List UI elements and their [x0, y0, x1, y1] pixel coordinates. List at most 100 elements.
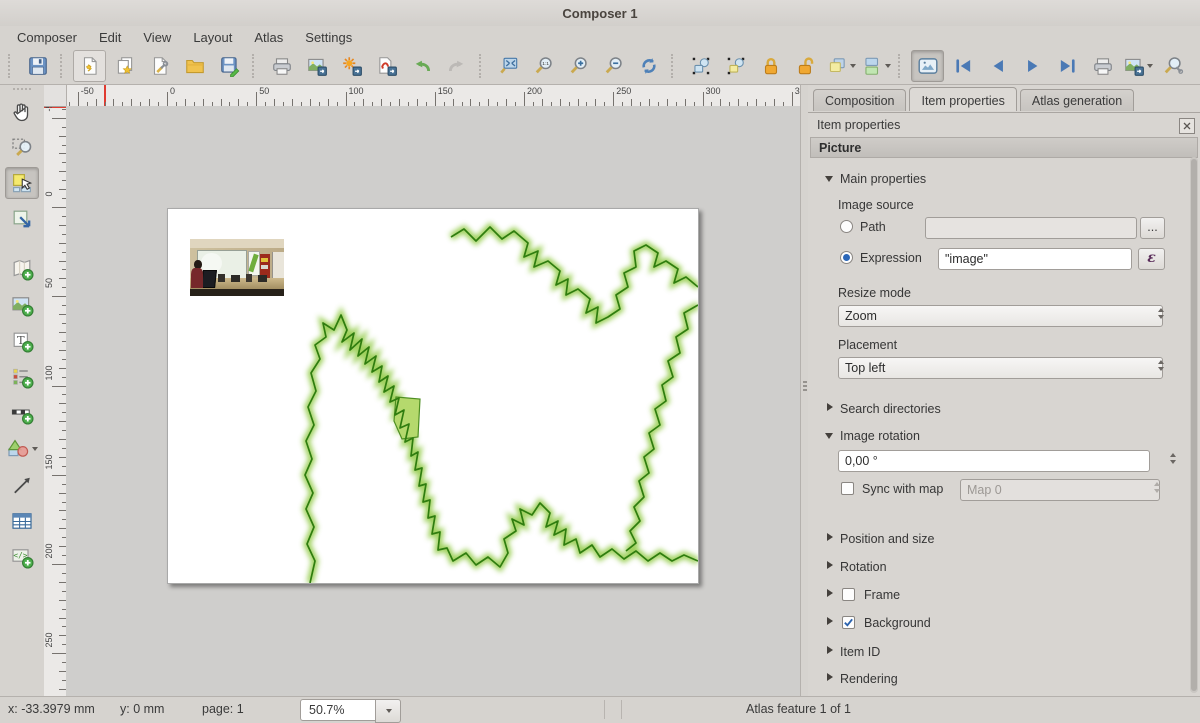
load-from-template-button[interactable]: [178, 50, 211, 82]
pan-button[interactable]: [5, 95, 39, 127]
menu-settings[interactable]: Settings: [294, 28, 363, 47]
duplicate-composer-button[interactable]: [108, 50, 141, 82]
zoom-tool-button[interactable]: [5, 131, 39, 163]
photo-poster-art: [248, 254, 259, 273]
save-as-template-button[interactable]: [213, 50, 246, 82]
raise-items-dropdown-arrow-icon[interactable]: [850, 64, 856, 68]
tab-composition[interactable]: Composition: [813, 89, 906, 111]
map-select-combo[interactable]: Map 0: [960, 479, 1160, 501]
tab-atlas-generation[interactable]: Atlas generation: [1020, 89, 1134, 111]
section-rendering[interactable]: Rendering: [808, 669, 1186, 691]
unlock-items-button[interactable]: [789, 50, 822, 82]
combo-spinner-icon[interactable]: [1158, 360, 1164, 371]
save-project-button[interactable]: [21, 50, 54, 82]
next-feature-button[interactable]: [1016, 50, 1049, 82]
export-atlas-button[interactable]: [1121, 50, 1154, 82]
section-item-id[interactable]: Item ID: [808, 642, 1186, 664]
export-as-svg-button[interactable]: [335, 50, 368, 82]
horizontal-ruler: -50050100150200250300350: [44, 85, 800, 107]
print-button[interactable]: [265, 50, 298, 82]
section-background[interactable]: Background: [808, 613, 1186, 635]
first-feature-button[interactable]: [946, 50, 979, 82]
panel-scrollbar[interactable]: [1190, 157, 1198, 693]
background-checkbox[interactable]: [842, 616, 855, 629]
add-attribute-table-button[interactable]: [5, 505, 39, 537]
menu-atlas[interactable]: Atlas: [243, 28, 294, 47]
section-image-rotation[interactable]: Image rotation: [808, 426, 1186, 448]
add-html-frame-button[interactable]: </>: [5, 541, 39, 573]
resize-mode-combo[interactable]: Zoom: [838, 305, 1163, 327]
section-label: Image rotation: [840, 429, 920, 443]
section-search-directories[interactable]: Search directories: [808, 399, 1186, 421]
menu-edit[interactable]: Edit: [88, 28, 132, 47]
composer-canvas[interactable]: [66, 106, 800, 697]
placement-combo[interactable]: Top left: [838, 357, 1163, 379]
menu-view[interactable]: View: [132, 28, 182, 47]
undo-button[interactable]: [405, 50, 438, 82]
add-new-scalebar-button[interactable]: [5, 397, 39, 429]
export-as-pdf-button[interactable]: [370, 50, 403, 82]
sync-with-map-checkbox[interactable]: [841, 482, 854, 495]
zoom-full-button[interactable]: [492, 50, 525, 82]
zoom-in-button[interactable]: [562, 50, 595, 82]
path-input[interactable]: [925, 217, 1137, 239]
zoom-full-icon: [498, 55, 520, 77]
add-shape-button[interactable]: [5, 433, 39, 465]
collapse-arrow-icon: [825, 433, 833, 439]
composition-page[interactable]: [167, 208, 699, 584]
add-arrow-button[interactable]: [5, 469, 39, 501]
export-atlas-dropdown-arrow-icon[interactable]: [1147, 64, 1153, 68]
toolbar-separator: [898, 54, 904, 78]
export-as-image-button[interactable]: [300, 50, 333, 82]
section-frame[interactable]: Frame: [808, 585, 1186, 607]
section-main-properties[interactable]: Main properties: [808, 169, 1186, 191]
menu-layout[interactable]: Layout: [182, 28, 243, 47]
add-shape-dropdown-arrow-icon[interactable]: [32, 447, 38, 451]
print-atlas-button[interactable]: [1086, 50, 1119, 82]
group-items-button[interactable]: [684, 50, 717, 82]
tab-item-properties[interactable]: Item properties: [909, 87, 1016, 111]
previous-feature-button[interactable]: [981, 50, 1014, 82]
picture-item[interactable]: [190, 239, 284, 296]
new-composer-button[interactable]: [73, 50, 106, 82]
add-image-button[interactable]: [5, 289, 39, 321]
zoom-dropdown-button[interactable]: [375, 699, 401, 723]
preview-atlas-button[interactable]: [911, 50, 944, 82]
ruler-tick: [52, 386, 66, 387]
atlas-settings-button[interactable]: [1156, 50, 1189, 82]
add-new-legend-button[interactable]: [5, 361, 39, 393]
path-radio[interactable]: [840, 220, 853, 233]
section-rotation[interactable]: Rotation: [808, 557, 1186, 579]
scrollbar-thumb[interactable]: [1191, 159, 1197, 691]
expression-builder-button[interactable]: ε: [1138, 248, 1165, 270]
align-items-dropdown-arrow-icon[interactable]: [885, 64, 891, 68]
collapse-arrow-icon: [827, 403, 833, 411]
composer-manager-button[interactable]: [143, 50, 176, 82]
zoom-actual-button[interactable]: 1:1: [527, 50, 560, 82]
zoom-level-input[interactable]: 50.7%: [300, 699, 376, 721]
expression-input[interactable]: "image": [938, 248, 1132, 270]
align-items-button[interactable]: [859, 50, 892, 82]
combo-spinner-icon[interactable]: [1158, 308, 1164, 319]
photo-cabinet-shelf: [261, 265, 268, 268]
expression-radio[interactable]: [840, 251, 853, 264]
last-feature-button[interactable]: [1051, 50, 1084, 82]
add-new-label-button[interactable]: T: [5, 325, 39, 357]
lock-items-button[interactable]: [754, 50, 787, 82]
refresh-view-button[interactable]: [632, 50, 665, 82]
rotation-spinbox[interactable]: 0,00 °: [838, 450, 1150, 472]
add-new-map-button[interactable]: [5, 253, 39, 285]
spinbox-arrows-icon[interactable]: [1170, 453, 1176, 464]
redo-button[interactable]: [440, 50, 473, 82]
frame-checkbox[interactable]: [842, 588, 855, 601]
browse-button[interactable]: ...: [1140, 217, 1165, 239]
panel-close-button[interactable]: [1179, 118, 1195, 134]
raise-items-button[interactable]: [824, 50, 857, 82]
menu-composer[interactable]: Composer: [6, 28, 88, 47]
move-item-content-button[interactable]: [5, 203, 39, 235]
ungroup-items-button[interactable]: [719, 50, 752, 82]
section-position-and-size[interactable]: Position and size: [808, 529, 1186, 551]
zoom-out-button[interactable]: [597, 50, 630, 82]
ruler-tick: [59, 153, 66, 154]
select-move-item-button[interactable]: [5, 167, 39, 199]
